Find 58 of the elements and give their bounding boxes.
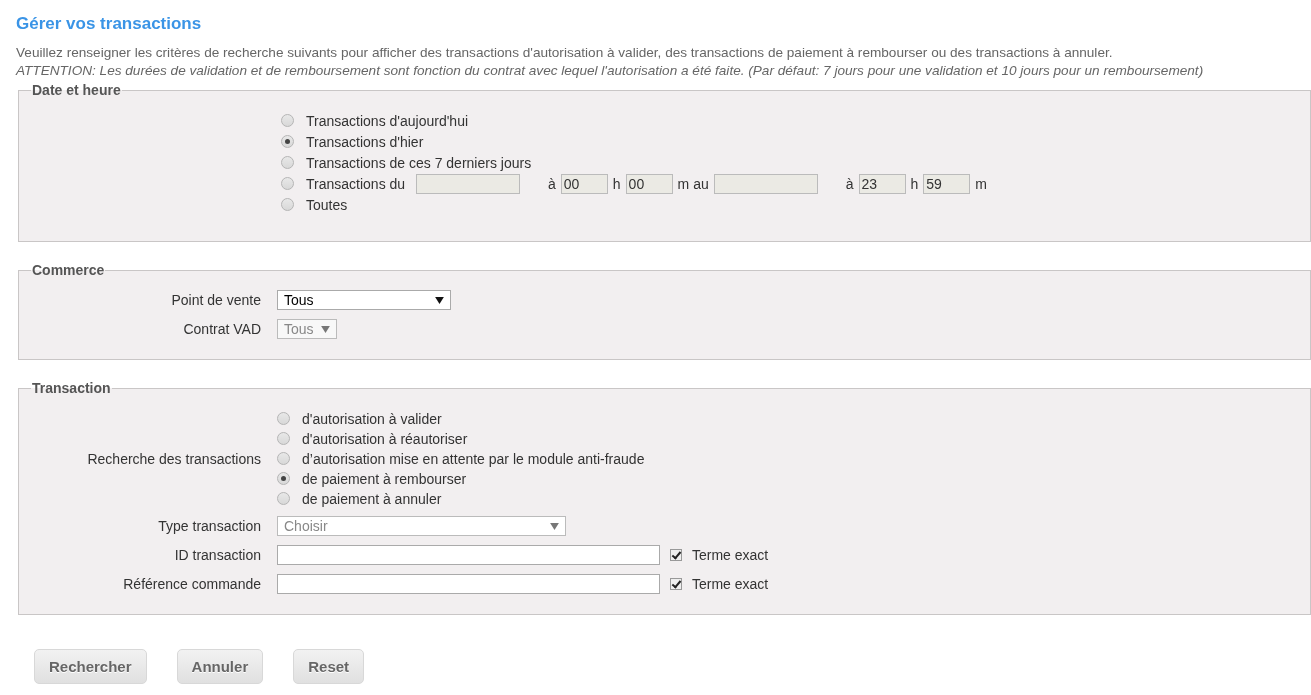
page-title: Gérer vos transactions xyxy=(16,14,203,34)
action-button[interactable]: Reset xyxy=(293,649,365,684)
field-label: Recherche des transactions xyxy=(86,450,261,467)
field-label: m au xyxy=(677,175,709,192)
caret-icon xyxy=(321,325,330,333)
section-legend: Transaction xyxy=(31,380,112,396)
field-label: m xyxy=(975,175,987,192)
radio-button[interactable] xyxy=(281,135,294,148)
date-field[interactable] xyxy=(416,173,520,194)
radio-button[interactable] xyxy=(281,114,294,127)
radio-label: d’autorisation mise en attente par le module anti-fraude xyxy=(302,450,645,467)
radio-label: Transactions d'hier xyxy=(306,133,424,150)
radio-button[interactable] xyxy=(281,156,294,169)
time-field[interactable]: 00 xyxy=(560,173,608,194)
radio-button[interactable] xyxy=(277,452,290,465)
date-field[interactable] xyxy=(713,173,818,194)
text-field[interactable] xyxy=(277,545,660,565)
field-label: à xyxy=(548,175,556,192)
checkbox-label: Terme exact xyxy=(692,576,769,592)
radio-label: Transactions d'aujourd'hui xyxy=(306,112,469,129)
field-label: h xyxy=(612,175,621,192)
radio-button[interactable] xyxy=(277,492,290,505)
select-field[interactable]: Choisir xyxy=(277,516,566,536)
radio-button[interactable] xyxy=(277,432,290,445)
section-legend: Commerce xyxy=(31,262,106,278)
time-field[interactable]: 23 xyxy=(858,173,906,194)
field-label: Contrat VAD xyxy=(182,321,261,337)
radio-label: d'autorisation à réautoriser xyxy=(302,430,468,447)
field-label: à xyxy=(845,175,854,192)
field-label: Point de vente xyxy=(170,292,261,308)
checkbox[interactable] xyxy=(670,549,682,561)
field-label: h xyxy=(910,175,919,192)
radio-button[interactable] xyxy=(277,412,290,425)
text-field[interactable] xyxy=(277,574,660,594)
warning-text: ATTENTION: Les durées de validation et de remboursement sont fonction du contrat avec lequel l'autorisation a été faite. (Par défaut: 7 jours pour une validation et 10 jours pour un remboursement) xyxy=(16,62,1205,80)
radio-label: Transactions du xyxy=(306,175,407,192)
radio-button[interactable] xyxy=(281,177,294,190)
intro-text: Veuillez renseigner les critères de recherche suivants pour afficher des transactions d'autorisation à valider, des transactions de paiement à rembourser ou des transactions à annuler. xyxy=(16,44,1114,62)
checkbox[interactable] xyxy=(670,578,682,590)
caret-icon xyxy=(435,296,444,304)
radio-label: Toutes xyxy=(306,196,349,213)
radio-button[interactable] xyxy=(281,198,294,211)
field-label: Référence commande xyxy=(122,576,261,592)
radio-label: d'autorisation à valider xyxy=(302,410,442,427)
time-field[interactable]: 00 xyxy=(625,173,673,194)
section-legend: Date et heure xyxy=(31,82,122,98)
field-label: ID transaction xyxy=(173,547,261,563)
radio-label: Transactions de ces 7 derniers jours xyxy=(306,154,532,171)
action-button[interactable]: Rechercher xyxy=(34,649,147,684)
caret-icon xyxy=(550,522,559,530)
field-label: Type transaction xyxy=(157,518,261,534)
action-button[interactable]: Annuler xyxy=(176,649,264,684)
time-field[interactable]: 59 xyxy=(923,173,971,194)
radio-button[interactable] xyxy=(277,472,290,485)
radio-label: de paiement à rembourser xyxy=(302,470,467,487)
checkbox-label: Terme exact xyxy=(692,547,769,563)
radio-label: de paiement à annuler xyxy=(302,490,442,507)
select-field[interactable]: Tous xyxy=(277,290,451,310)
